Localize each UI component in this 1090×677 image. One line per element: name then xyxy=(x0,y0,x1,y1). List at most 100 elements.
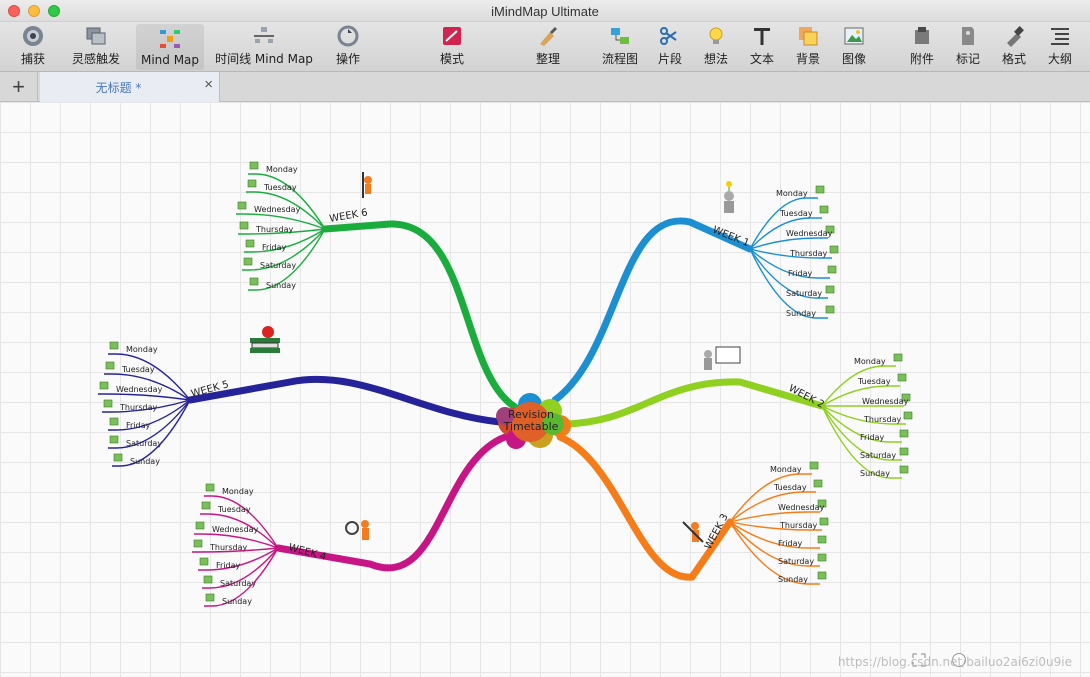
toolbar-brainstorm-button[interactable]: 灵感触发 xyxy=(64,24,128,70)
capture-icon xyxy=(21,24,45,48)
calendar-icon xyxy=(825,305,835,314)
calendar-icon xyxy=(897,373,907,382)
day-label: Wednesday xyxy=(786,229,833,238)
day-label: Sunday xyxy=(222,597,252,606)
calendar-icon xyxy=(809,461,819,470)
brainstorm-icon xyxy=(84,24,108,48)
calendar-icon xyxy=(899,465,909,474)
branch-week-5[interactable]: WEEK 5MondayTuesdayWednesdayThursdayFrid… xyxy=(98,341,504,467)
figure-board-clipart xyxy=(704,346,741,370)
window-title: iMindMap Ultimate xyxy=(491,4,599,19)
mind-map[interactable]: WEEK 1 Monday Tuesday Wednesday Thursday Frid… xyxy=(0,102,1090,677)
toolbar-attachment-button[interactable]: 附件 xyxy=(900,24,944,70)
close-tab-icon[interactable]: × xyxy=(204,76,213,93)
day-label: Monday xyxy=(854,357,886,366)
figure-pen-orange-clipart xyxy=(682,521,704,543)
calendar-icon xyxy=(899,429,909,438)
day-label: Monday xyxy=(222,487,254,496)
add-tab-button[interactable]: + xyxy=(0,72,38,102)
branch-week-6[interactable]: WEEK 6 Monday Tuesday Wednesday Thursday Frid… xyxy=(236,161,519,411)
mind-map-canvas[interactable]: WEEK 1 Monday Tuesday Wednesday Thursday Frid… xyxy=(0,102,1090,677)
calendar-icon xyxy=(237,201,247,210)
day-label: Wednesday xyxy=(778,503,825,512)
format-icon xyxy=(1002,24,1026,48)
day-label: Saturday xyxy=(126,439,162,448)
toolbar-flowchart-button[interactable]: 流程图 xyxy=(598,24,642,70)
calendar-icon xyxy=(893,353,903,362)
calendar-icon xyxy=(249,161,259,170)
branch-week-2[interactable]: WEEK 2MondayTuesdayWednesdayThursdayFrid… xyxy=(561,353,913,479)
tab-untitled[interactable]: 无标题 * × xyxy=(40,72,220,102)
branch-label: WEEK 4 xyxy=(287,542,327,563)
toolbar: 捕获 灵感触发 Mind Map 时间线 Mind Map 操作 模式 整理 流… xyxy=(0,22,1090,72)
day-label: Wednesday xyxy=(254,205,301,214)
day-label: Sunday xyxy=(130,457,160,466)
calendar-icon xyxy=(205,483,215,492)
day-label: Tuesday xyxy=(263,183,297,192)
toolbar-text-button[interactable]: 文本 xyxy=(740,24,784,70)
calendar-icon xyxy=(103,399,113,408)
toolbar-capture-button[interactable]: 捕获 xyxy=(10,24,56,70)
day-label: Friday xyxy=(778,539,803,548)
day-label: Saturday xyxy=(778,557,814,566)
day-label: Friday xyxy=(788,269,813,278)
books-apple-clipart xyxy=(250,326,280,353)
branch-week-3[interactable]: WEEK 3MondayTuesdayWednesdayThursdayFrid… xyxy=(556,433,829,585)
toolbar-outline-button[interactable]: 大纲 xyxy=(1038,24,1082,70)
day-label: Sunday xyxy=(266,281,296,290)
toolbar-image-button[interactable]: 图像 xyxy=(832,24,876,70)
toolbar-marker-button[interactable]: 标记 xyxy=(946,24,990,70)
day-label: Friday xyxy=(126,421,151,430)
day-label: Thursday xyxy=(779,521,817,530)
toolbar-format-button[interactable]: 格式 xyxy=(992,24,1036,70)
branch-week-4[interactable]: WEEK 4 Monday Tuesday Wednesday Thursday Frid… xyxy=(192,433,509,607)
calendar-icon xyxy=(817,553,827,562)
calendar-icon xyxy=(903,411,913,420)
toolbar-action-button[interactable]: 操作 xyxy=(326,24,370,70)
toolbar-background-button[interactable]: 背景 xyxy=(786,24,830,70)
figure-pen-clipart xyxy=(362,172,372,198)
tab-bar: + 无标题 * × xyxy=(0,72,1090,102)
calendar-icon xyxy=(113,453,123,462)
calendar-icon xyxy=(827,265,837,274)
background-icon xyxy=(796,24,820,48)
branch-line xyxy=(321,220,519,411)
toolbar-idea-button[interactable]: 想法 xyxy=(694,24,738,70)
sub-branch-line xyxy=(749,248,828,319)
day-label: Thursday xyxy=(209,543,247,552)
day-label: Tuesday xyxy=(121,365,155,374)
toolbar-timeline-button[interactable]: 时间线 Mind Map xyxy=(215,24,313,70)
branch-line xyxy=(186,375,504,426)
day-label: Thursday xyxy=(863,415,901,424)
day-label: Saturday xyxy=(860,451,896,460)
day-label: Tuesday xyxy=(217,505,251,514)
day-label: Sunday xyxy=(860,469,890,478)
mind-map-icon xyxy=(158,27,182,51)
toolbar-mind-map-button[interactable]: Mind Map xyxy=(136,24,204,70)
calendar-icon xyxy=(829,245,839,254)
image-icon xyxy=(842,24,866,48)
calendar-icon xyxy=(819,205,829,214)
branch-line xyxy=(561,378,826,428)
toolbar-mode-button[interactable]: 模式 xyxy=(430,24,474,70)
toolbar-snippet-button[interactable]: 片段 xyxy=(648,24,692,70)
calendar-icon xyxy=(193,539,203,548)
tidy-icon xyxy=(536,24,560,48)
calendar-icon xyxy=(815,185,825,194)
calendar-icon xyxy=(817,571,827,580)
branch-week-1[interactable]: WEEK 1 Monday Tuesday Wednesday Thursday Frid… xyxy=(551,185,839,404)
figure-magnifier-clipart xyxy=(345,520,369,540)
toolbar-tidy-button[interactable]: 整理 xyxy=(526,24,570,70)
day-label: Thursday xyxy=(119,403,157,412)
calendar-icon xyxy=(109,417,119,426)
day-label: Saturday xyxy=(786,289,822,298)
action-icon xyxy=(336,24,360,48)
day-label: Sunday xyxy=(778,575,808,584)
branch-label: WEEK 6 xyxy=(329,207,369,225)
branch-label: WEEK 1 xyxy=(711,225,751,250)
calendar-icon xyxy=(249,277,259,286)
outline-icon xyxy=(1048,24,1072,48)
sub-branch-line xyxy=(98,393,191,401)
figure-growing-clipart xyxy=(724,181,734,213)
timeline-icon xyxy=(252,24,276,48)
